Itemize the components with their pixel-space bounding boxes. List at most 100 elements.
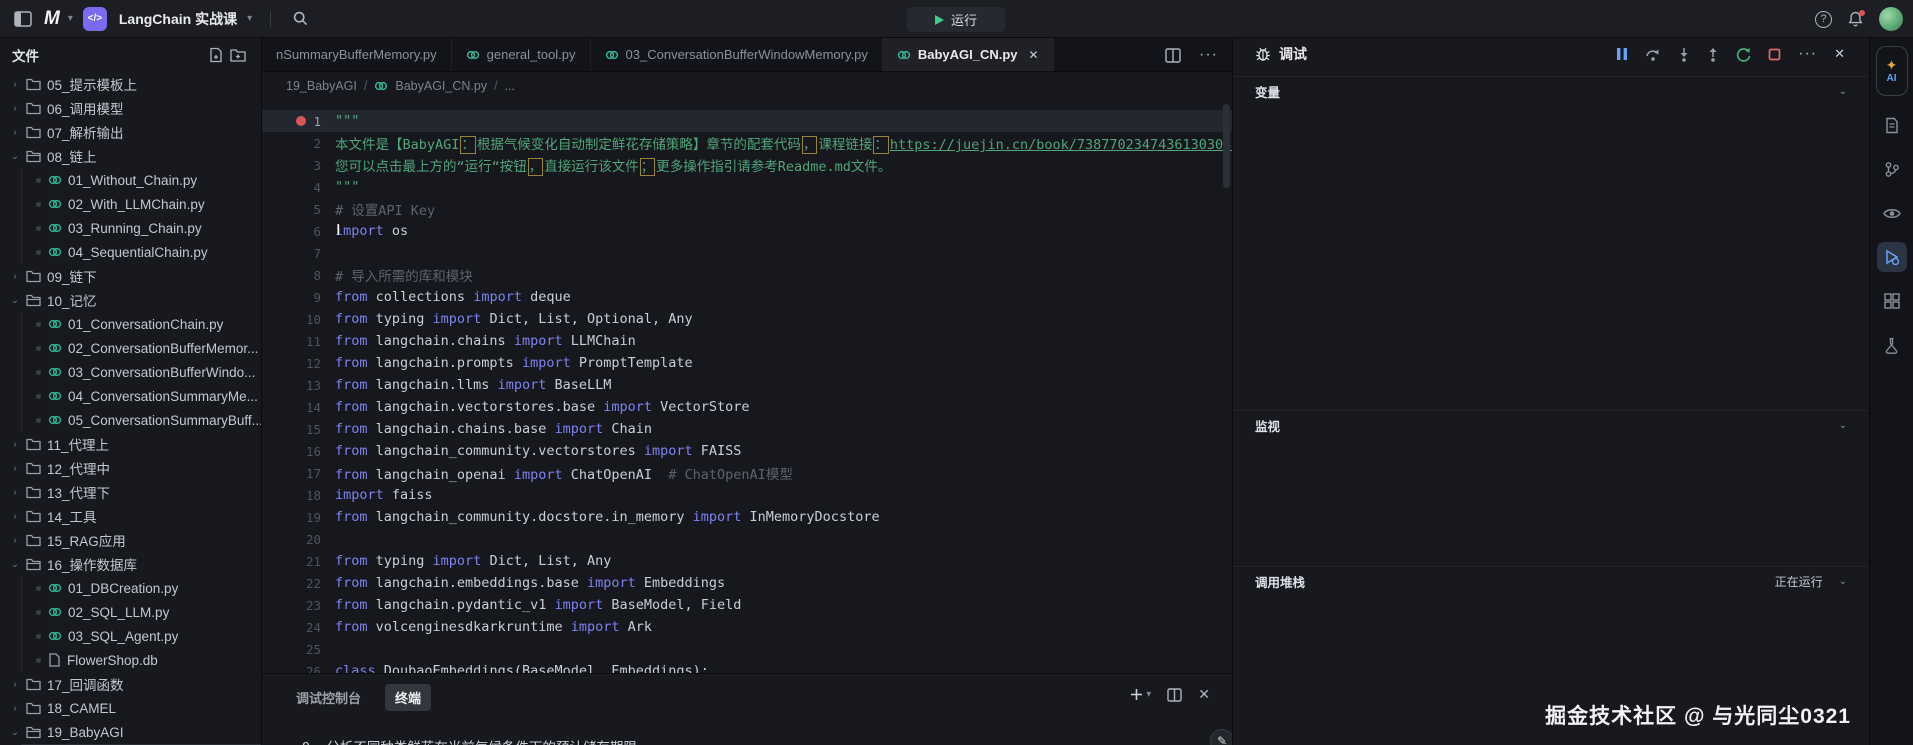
search-icon[interactable] (289, 8, 311, 30)
project-chevron-icon[interactable]: ▾ (247, 13, 252, 24)
code-line-19[interactable]: 19from langchain_community.docstore.in_m… (262, 506, 1232, 528)
split-panel-icon[interactable] (1167, 688, 1182, 702)
restart-icon[interactable] (1736, 47, 1751, 62)
tree-file-05_ConversationSummaryBuff...[interactable]: 05_ConversationSummaryBuff... (22, 408, 261, 432)
code-line-10[interactable]: 10from typing import Dict, List, Optiona… (262, 308, 1232, 330)
code-line-2[interactable]: 2本文件是【BabyAGI：根据气候变化自动制定鲜花存储策略】章节的配套代码，课… (262, 132, 1232, 154)
new-file-icon[interactable] (205, 44, 227, 66)
tree-folder-07_解析输出[interactable]: ›07_解析输出 (0, 120, 261, 144)
avatar[interactable] (1879, 7, 1903, 31)
tree-file-03_Running_Chain.py[interactable]: 03_Running_Chain.py (22, 216, 261, 240)
code-line-21[interactable]: 21from typing import Dict, List, Any (262, 550, 1232, 572)
step-out-icon[interactable] (1707, 47, 1719, 62)
code-line-25[interactable]: 25 (262, 638, 1232, 660)
help-icon[interactable]: ? (1815, 11, 1832, 28)
code-line-18[interactable]: 18import faiss (262, 484, 1232, 506)
code-line-4[interactable]: 4""" (262, 176, 1232, 198)
code-line-12[interactable]: 12from langchain.prompts import PromptTe… (262, 352, 1232, 374)
source-control-icon[interactable] (1877, 154, 1907, 184)
ai-assistant-icon[interactable]: ✦ AI (1876, 46, 1908, 96)
tree-folder-09_链下[interactable]: ›09_链下 (0, 264, 261, 288)
editor-tab-BabyAGI_CN.py[interactable]: BabyAGI_CN.py✕ (883, 38, 1054, 71)
tree-file-02_With_LLMChain.py[interactable]: 02_With_LLMChain.py (22, 192, 261, 216)
app-menu-chevron-icon[interactable]: ▾ (68, 13, 73, 24)
code-editor[interactable]: 1"""2本文件是【BabyAGI：根据气候变化自动制定鲜花存储策略】章节的配套… (262, 100, 1232, 673)
code-line-23[interactable]: 23from langchain.pydantic_v1 import Base… (262, 594, 1232, 616)
tree-folder-13_代理下[interactable]: ›13_代理下 (0, 480, 261, 504)
tree-folder-10_记忆[interactable]: ⌄10_记忆 (0, 288, 261, 312)
tree-folder-12_代理中[interactable]: ›12_代理中 (0, 456, 261, 480)
more-icon[interactable]: ··· (1798, 45, 1817, 63)
tree-folder-06_调用模型[interactable]: ›06_调用模型 (0, 96, 261, 120)
flask-icon[interactable] (1877, 330, 1907, 360)
tree-file-01_Without_Chain.py[interactable]: 01_Without_Chain.py (22, 168, 261, 192)
code-line-3[interactable]: 3您可以点击最上方的“运行“按钮，直接运行该文件；更多操作指引请参考Readme… (262, 154, 1232, 176)
code-line-16[interactable]: 16from langchain_community.vectorstores … (262, 440, 1232, 462)
debug-icon[interactable] (1877, 242, 1907, 272)
editor-tab-nSummaryBufferMemory.py[interactable]: nSummaryBufferMemory.py (262, 38, 452, 71)
code-line-13[interactable]: 13from langchain.llms import BaseLLM (262, 374, 1232, 396)
new-folder-icon[interactable] (227, 44, 249, 66)
split-editor-icon[interactable] (1165, 48, 1181, 63)
breadcrumb-part[interactable]: BabyAGI_CN.py (395, 79, 487, 93)
tree-folder-18_CAMEL[interactable]: ›18_CAMEL (0, 696, 261, 720)
tree-folder-05_提示模板上[interactable]: ›05_提示模板上 (0, 72, 261, 96)
close-tab-icon[interactable]: ✕ (1029, 48, 1039, 62)
debug-section-变量[interactable]: 变量⌄ (1233, 76, 1869, 106)
tree-folder-11_代理上[interactable]: ›11_代理上 (0, 432, 261, 456)
code-line-6[interactable]: 6import os (262, 220, 1232, 242)
panel-tab-调试控制台[interactable]: 调试控制台 (286, 684, 371, 711)
step-into-icon[interactable] (1678, 47, 1690, 62)
step-over-icon[interactable] (1645, 47, 1661, 61)
code-line-15[interactable]: 15from langchain.chains.base import Chai… (262, 418, 1232, 440)
panel-tab-终端[interactable]: 终端 (385, 684, 431, 711)
run-button[interactable]: 运行 (907, 7, 1005, 32)
tree-file-FlowerShop.db[interactable]: FlowerShop.db (22, 648, 261, 672)
code-line-8[interactable]: 8# 导入所需的库和模块 (262, 264, 1232, 286)
breakpoint-icon[interactable] (296, 116, 306, 126)
notifications-icon[interactable] (1848, 11, 1863, 27)
stop-icon[interactable] (1768, 48, 1781, 61)
pause-icon[interactable] (1616, 47, 1628, 61)
code-line-14[interactable]: 14from langchain.vectorstores.base impor… (262, 396, 1232, 418)
code-line-1[interactable]: 1""" (262, 110, 1232, 132)
tree-file-01_DBCreation.py[interactable]: 01_DBCreation.py (22, 576, 261, 600)
code-line-7[interactable]: 7 (262, 242, 1232, 264)
tree-file-02_SQL_LLM.py[interactable]: 02_SQL_LLM.py (22, 600, 261, 624)
project-name[interactable]: LangChain 实战课 (119, 9, 237, 29)
breadcrumb[interactable]: 19_BabyAGI/BabyAGI_CN.py/... (262, 72, 1232, 100)
tree-folder-14_工具[interactable]: ›14_工具 (0, 504, 261, 528)
breadcrumb-part[interactable]: 19_BabyAGI (286, 79, 357, 93)
code-line-22[interactable]: 22from langchain.embeddings.base import … (262, 572, 1232, 594)
code-line-20[interactable]: 20 (262, 528, 1232, 550)
tree-folder-16_操作数据库[interactable]: ⌄16_操作数据库 (0, 552, 261, 576)
close-panel-icon[interactable]: ✕ (1198, 686, 1210, 703)
editor-tab-03_ConversationBufferWindowMemory.py[interactable]: 03_ConversationBufferWindowMemory.py (591, 38, 883, 71)
tree-folder-17_回调函数[interactable]: ›17_回调函数 (0, 672, 261, 696)
editor-scrollbar[interactable] (1223, 104, 1230, 188)
tree-file-03_SQL_Agent.py[interactable]: 03_SQL_Agent.py (22, 624, 261, 648)
code-line-11[interactable]: 11from langchain.chains import LLMChain (262, 330, 1232, 352)
more-actions-icon[interactable]: ··· (1199, 46, 1218, 64)
add-terminal-icon[interactable]: ▾ (1130, 688, 1151, 701)
app-logo[interactable]: M (44, 8, 58, 30)
tree-file-04_SequentialChain.py[interactable]: 04_SequentialChain.py (22, 240, 261, 264)
pen-icon[interactable]: ✎ (1210, 729, 1232, 745)
chevron-down-icon[interactable]: ▾ (1146, 689, 1151, 700)
tree-file-02_ConversationBufferMemor...[interactable]: 02_ConversationBufferMemor... (22, 336, 261, 360)
breadcrumb-part[interactable]: ... (505, 79, 515, 93)
tree-folder-15_RAG应用[interactable]: ›15_RAG应用 (0, 528, 261, 552)
code-line-17[interactable]: 17from langchain_openai import ChatOpenA… (262, 462, 1232, 484)
code-line-5[interactable]: 5# 设置API Key (262, 198, 1232, 220)
toggle-sidebar-icon[interactable] (12, 8, 34, 30)
debug-section-调用堆栈[interactable]: 调用堆栈正在运行⌄ (1233, 566, 1869, 596)
tree-folder-08_链上[interactable]: ⌄08_链上 (0, 144, 261, 168)
code-line-9[interactable]: 9from collections import deque (262, 286, 1232, 308)
document-icon[interactable] (1877, 110, 1907, 140)
tree-file-03_ConversationBufferWindo...[interactable]: 03_ConversationBufferWindo... (22, 360, 261, 384)
close-icon[interactable]: ✕ (1834, 46, 1845, 62)
eye-icon[interactable] (1877, 198, 1907, 228)
debug-section-监视[interactable]: 监视⌄ (1233, 410, 1869, 440)
extensions-icon[interactable] (1877, 286, 1907, 316)
tree-file-04_ConversationSummaryMe...[interactable]: 04_ConversationSummaryMe... (22, 384, 261, 408)
